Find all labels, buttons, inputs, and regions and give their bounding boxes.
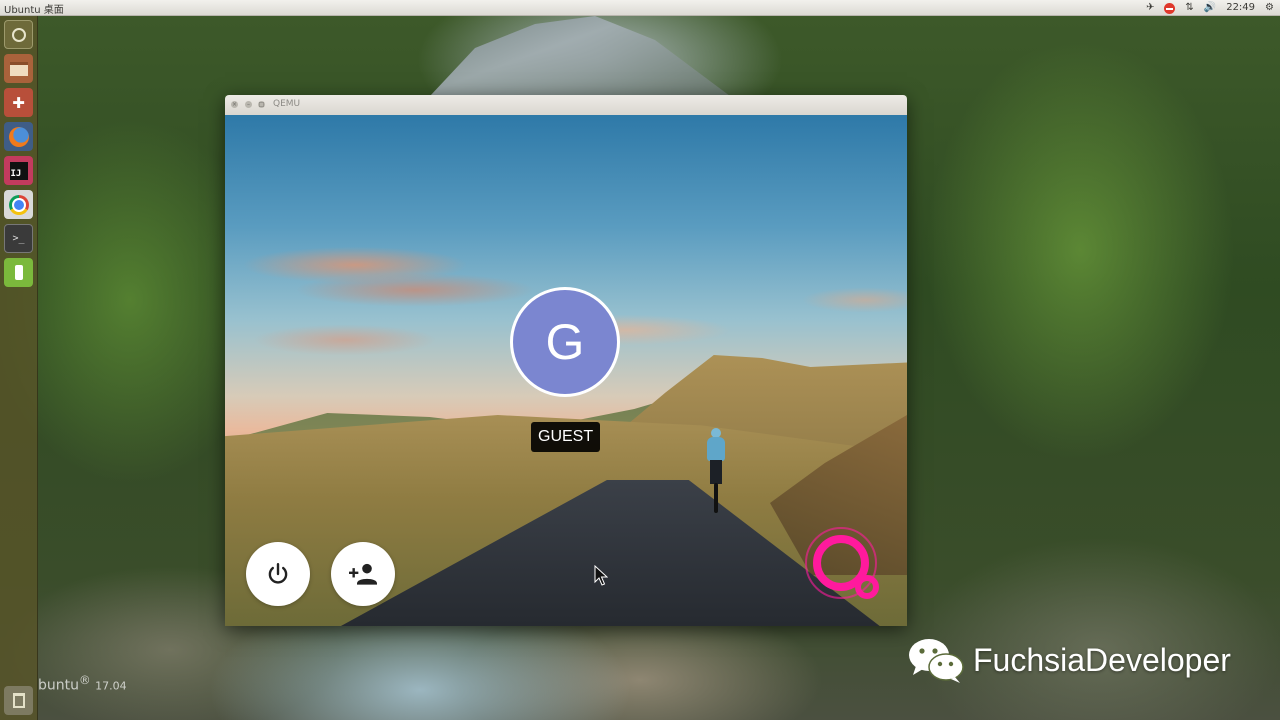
os-watermark-version: 17.04	[95, 679, 127, 693]
launcher-dash-button[interactable]	[4, 20, 33, 49]
guest-user-label[interactable]: GUEST	[531, 422, 601, 452]
launcher-terminal-button[interactable]: >_	[4, 224, 33, 253]
power-icon	[268, 563, 288, 584]
window-close-button[interactable]: ×	[231, 101, 238, 108]
qemu-window: × – □ QEMU G GUEST	[225, 95, 907, 626]
firefox-icon	[8, 126, 29, 147]
file-cabinet-icon	[9, 61, 28, 76]
window-maximize-button[interactable]: □	[258, 101, 265, 108]
launcher-chrome-button[interactable]	[4, 190, 33, 219]
launcher-intellij-button[interactable]: IJ	[4, 156, 33, 185]
watermark-text: FuchsiaDeveloper	[973, 641, 1231, 678]
avatar-initial: G	[545, 314, 585, 370]
settings-gear-icon[interactable]: ⚙	[1265, 1, 1274, 14]
add-user-button[interactable]	[331, 542, 395, 606]
launcher-android-device-button[interactable]	[4, 258, 33, 287]
os-watermark: buntu® 17.04	[38, 673, 127, 694]
guest-user-avatar[interactable]: G	[510, 287, 620, 397]
background-cyclist	[703, 428, 729, 513]
power-button[interactable]	[246, 542, 310, 606]
do-not-disturb-icon[interactable]	[1164, 3, 1176, 14]
transfer-arrows-icon[interactable]: ⇅	[1185, 1, 1193, 14]
launcher-firefox-button[interactable]	[4, 122, 33, 151]
qemu-window-title: QEMU	[273, 99, 301, 109]
wrench-icon: ✚	[12, 93, 25, 112]
unity-launcher: ✚ IJ >_	[0, 16, 38, 720]
system-tray: ✈ ⇅ 🔊 22:49 ⚙	[1146, 1, 1274, 14]
mouse-cursor-icon	[594, 565, 608, 586]
clock[interactable]: 22:49	[1226, 1, 1255, 14]
os-watermark-registered: ®	[79, 673, 91, 687]
wechat-watermark: FuchsiaDeveloper	[907, 635, 1231, 685]
fuchsia-login-screen[interactable]: G GUEST	[225, 115, 907, 626]
top-panel: Ubuntu 桌面 ✈ ⇅ 🔊 22:49 ⚙	[0, 0, 1280, 16]
panel-title: Ubuntu 桌面	[4, 5, 64, 16]
ubuntu-logo-icon	[11, 27, 26, 42]
terminal-icon: >_	[12, 233, 25, 244]
person-add-icon	[349, 563, 377, 585]
launcher-files-button[interactable]	[4, 54, 33, 83]
os-watermark-name: buntu	[38, 677, 79, 694]
chrome-icon	[8, 194, 29, 215]
intellij-icon: IJ	[9, 161, 28, 180]
phone-icon	[14, 265, 23, 280]
volume-icon[interactable]: 🔊	[1204, 1, 1216, 14]
network-indicator-icon[interactable]: ✈	[1146, 1, 1154, 14]
qemu-titlebar[interactable]: × – □ QEMU	[225, 95, 907, 115]
window-minimize-button[interactable]: –	[245, 101, 252, 108]
launcher-settings-button[interactable]: ✚	[4, 88, 33, 117]
trash-icon	[12, 693, 25, 708]
wechat-icon	[909, 639, 964, 683]
fuchsia-logo-icon	[805, 527, 879, 599]
launcher-trash-button[interactable]	[4, 686, 33, 715]
